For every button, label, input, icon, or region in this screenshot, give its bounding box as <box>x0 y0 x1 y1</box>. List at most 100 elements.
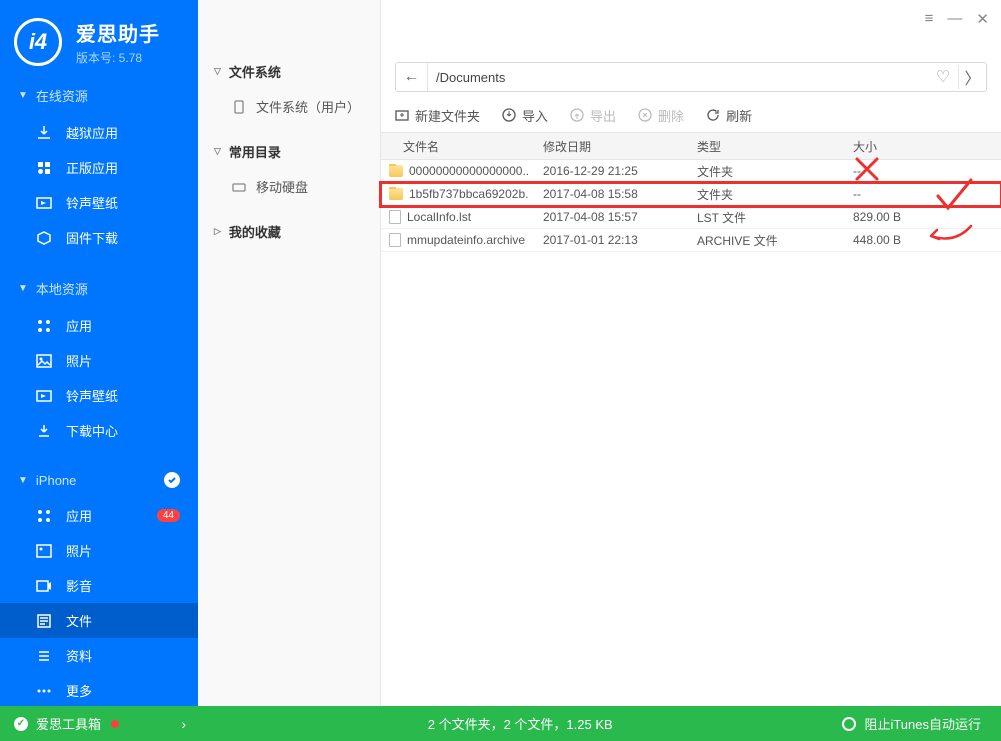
tool-label: 新建文件夹 <box>415 106 480 125</box>
sidebar-item-genuine-apps[interactable]: 正版应用 <box>0 150 198 185</box>
delete-button[interactable]: 删除 <box>638 106 684 125</box>
table-row[interactable]: LocalInfo.lst 2017-04-08 15:57LST 文件829.0… <box>381 206 1001 229</box>
header-size[interactable]: 大小 <box>853 138 1001 155</box>
app-icon <box>36 160 52 176</box>
cell-name: 1b5fb737bbca69202b. <box>409 187 528 201</box>
refresh-button[interactable]: 刷新 <box>706 106 752 125</box>
cell-date: 2017-01-01 22:13 <box>543 233 697 247</box>
table-row[interactable]: 1b5fb737bbca69202b.2017-04-08 15:58文件夹-- <box>381 183 1001 206</box>
sidebar-item-label: 照片 <box>66 541 92 560</box>
sidebar-item-label: 固件下载 <box>66 228 118 247</box>
sidebar-item-iphone-data[interactable]: 资料 <box>0 638 198 673</box>
sidebar-item-label: 下载中心 <box>66 421 118 440</box>
cell-date: 2017-04-08 15:57 <box>543 210 697 224</box>
file-table: 文件名 修改日期 类型 大小 00000000000000000.. 2016-1… <box>381 132 1001 252</box>
delete-icon <box>638 108 652 122</box>
table-row[interactable]: mmupdateinfo.archive 2017-01-01 22:13ARCH… <box>381 229 1001 252</box>
sidebar-item-firmware[interactable]: 固件下载 <box>0 220 198 255</box>
mid-section-label: 文件系统 <box>229 62 281 81</box>
favorite-icon[interactable]: ♡ <box>928 67 958 87</box>
export-button[interactable]: 导出 <box>570 106 616 125</box>
header-type[interactable]: 类型 <box>697 138 853 155</box>
mid-section-label: 常用目录 <box>229 142 281 161</box>
sidebar-item-iphone-files[interactable]: 文件 <box>0 603 198 638</box>
phone-icon <box>232 100 246 114</box>
sidebar-section-iphone[interactable]: ▼ iPhone <box>0 462 198 498</box>
grid-icon <box>36 508 52 524</box>
sidebar-item-downloads[interactable]: 下载中心 <box>0 413 198 448</box>
mid-item-filesystem-user[interactable]: 文件系统（用户） <box>198 89 380 124</box>
cell-size: 829.00 B <box>853 210 1001 224</box>
mid-item-label: 移动硬盘 <box>256 177 308 196</box>
app-version: 版本号: 5.78 <box>76 49 160 66</box>
chevron-down-icon: ▼ <box>18 90 28 101</box>
status-ok-icon <box>14 717 28 731</box>
list-icon <box>36 648 52 664</box>
mid-section-filesystem[interactable]: ▽ 文件系统 <box>198 54 380 89</box>
cell-size: -- <box>853 187 1001 201</box>
mid-item-portable-disk[interactable]: 移动硬盘 <box>198 169 380 204</box>
import-icon <box>502 108 516 122</box>
chevron-right-icon: ▷ <box>214 226 221 237</box>
tool-label: 导入 <box>522 106 548 125</box>
import-button[interactable]: 导入 <box>502 106 548 125</box>
radio-icon <box>842 717 856 731</box>
itunes-block-toggle[interactable]: 阻止iTunes自动运行 <box>842 714 981 733</box>
sidebar-item-iphone-apps[interactable]: 应用 44 <box>0 498 198 533</box>
sidebar-section-local[interactable]: ▼ 本地资源 <box>0 269 198 308</box>
chevron-down-icon: ▽ <box>214 146 221 157</box>
sidebar-item-ringtone-wallpaper[interactable]: 铃声壁纸 <box>0 185 198 220</box>
sidebar-item-iphone-media[interactable]: 影音 <box>0 568 198 603</box>
panel-right: ≡ — ✕ ← /Documents ♡ 〉 新建文件夹 导入 导出 删除 刷新 <box>381 0 1001 706</box>
check-badge-icon <box>164 472 180 488</box>
status-text: 2 个文件夹，2 个文件，1.25 KB <box>198 714 842 733</box>
sidebar-item-jailbreak-apps[interactable]: 越狱应用 <box>0 115 198 150</box>
tool-label: 删除 <box>658 106 684 125</box>
minimize-icon[interactable]: — <box>947 10 962 28</box>
cell-name: LocalInfo.lst <box>407 210 471 224</box>
sidebar-item-iphone-photos[interactable]: 照片 <box>0 533 198 568</box>
close-icon[interactable]: ✕ <box>976 10 989 28</box>
chevron-down-icon: ▼ <box>18 283 28 294</box>
sidebar-section-label: iPhone <box>36 473 76 488</box>
forward-button[interactable]: 〉 <box>958 65 986 89</box>
cell-type: ARCHIVE 文件 <box>697 232 853 249</box>
sidebar-item-apps[interactable]: 应用 <box>0 308 198 343</box>
sidebar-item-ringtone-wallpaper-local[interactable]: 铃声壁纸 <box>0 378 198 413</box>
back-button[interactable]: ← <box>396 63 428 91</box>
photo-icon <box>36 353 52 369</box>
app-name: 爱思助手 <box>76 18 160 47</box>
photo-icon <box>36 543 52 559</box>
tool-label: 导出 <box>590 106 616 125</box>
file-icon <box>389 233 401 247</box>
alert-dot-icon <box>111 720 119 728</box>
tool-label: 刷新 <box>726 106 752 125</box>
cell-name: 00000000000000000.. <box>409 164 529 178</box>
refresh-icon <box>706 108 720 122</box>
download-icon <box>36 125 52 141</box>
table-row[interactable]: 00000000000000000..2016-12-29 21:25文件夹-- <box>381 160 1001 183</box>
sidebar-item-label: 应用 <box>66 506 92 525</box>
sidebar-item-label: 应用 <box>66 316 92 335</box>
mid-item-label: 文件系统（用户） <box>256 97 360 116</box>
itunes-label: 阻止iTunes自动运行 <box>864 714 981 733</box>
cell-name: mmupdateinfo.archive <box>407 233 525 247</box>
mid-section-label: 我的收藏 <box>229 222 281 241</box>
mid-section-common[interactable]: ▽ 常用目录 <box>198 134 380 169</box>
sidebar-section-online[interactable]: ▼ 在线资源 <box>0 76 198 115</box>
toolbox-button[interactable]: 爱思工具箱 › <box>0 706 198 741</box>
cell-type: LST 文件 <box>697 209 853 226</box>
package-icon <box>36 230 52 246</box>
header-name[interactable]: 文件名 <box>381 138 543 155</box>
mid-section-favorites[interactable]: ▷ 我的收藏 <box>198 214 380 249</box>
new-folder-button[interactable]: 新建文件夹 <box>395 106 480 125</box>
cell-size: -- <box>853 164 1001 178</box>
sidebar-item-iphone-more[interactable]: 更多 <box>0 673 198 708</box>
menu-icon[interactable]: ≡ <box>925 10 934 28</box>
header-date[interactable]: 修改日期 <box>543 138 697 155</box>
cell-date: 2016-12-29 21:25 <box>543 164 697 178</box>
table-header: 文件名 修改日期 类型 大小 <box>381 132 1001 160</box>
path-input[interactable]: /Documents <box>428 70 928 85</box>
sidebar-item-photos[interactable]: 照片 <box>0 343 198 378</box>
cell-type: 文件夹 <box>697 186 853 203</box>
